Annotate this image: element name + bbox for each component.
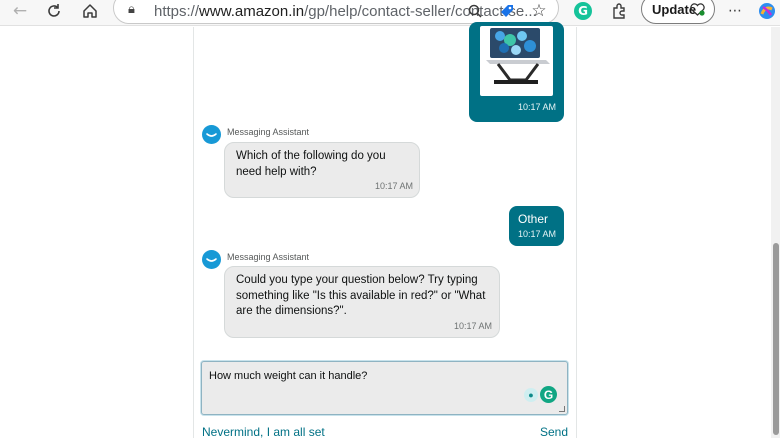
refresh-icon[interactable] <box>42 0 66 22</box>
message-time: 10:17 AM <box>454 321 493 331</box>
send-button[interactable]: Send <box>540 425 568 438</box>
bulb-icon[interactable]: ● <box>524 388 538 402</box>
browser-toolbar: ← 🔒︎ https://www.amazon.in/gp/help/conta… <box>0 0 780 26</box>
favorite-star-icon[interactable]: ☆ <box>527 0 551 22</box>
message-time: 10:17 AM <box>518 229 557 239</box>
home-icon[interactable] <box>78 0 102 22</box>
message-input[interactable]: How much weight can it handle? ● G <box>201 361 568 415</box>
scrollbar-thumb[interactable] <box>773 243 779 435</box>
assistant-avatar-icon <box>202 125 221 144</box>
message-text: Which of the following do you need help … <box>236 150 386 178</box>
update-button[interactable]: Update <box>641 0 715 24</box>
message-text: Other <box>518 212 549 226</box>
assistant-message-bubble: Could you type your question below? Try … <box>224 266 500 338</box>
update-heart-icon <box>690 3 705 16</box>
message-input-value: How much weight can it handle? <box>209 370 368 382</box>
resize-handle[interactable] <box>559 406 565 412</box>
grammarly-icon[interactable]: G <box>571 0 595 22</box>
nevermind-link[interactable]: Nevermind, I am all set <box>202 425 325 438</box>
product-image[interactable] <box>480 26 553 96</box>
assistant-avatar-icon <box>202 250 221 269</box>
back-icon[interactable]: ← <box>8 0 32 22</box>
message-time: 10:17 AM <box>375 181 414 191</box>
lock-icon[interactable]: 🔒︎ <box>128 2 135 17</box>
sender-name: Messaging Assistant <box>227 127 310 137</box>
message-time: 10:17 AM <box>518 102 557 112</box>
copilot-icon[interactable] <box>755 0 779 22</box>
zoom-icon[interactable] <box>463 0 487 22</box>
image-message-bubble: 10:17 AM <box>469 22 564 122</box>
assistant-message-bubble: Which of the following do you need help … <box>224 142 420 198</box>
user-message-bubble: Other 10:17 AM <box>509 206 564 246</box>
extensions-icon[interactable] <box>607 0 631 22</box>
grammarly-icon[interactable]: G <box>540 386 557 403</box>
address-bar[interactable]: 🔒︎ https://www.amazon.in/gp/help/contact… <box>113 0 559 24</box>
more-icon[interactable]: ⋯ <box>723 0 747 22</box>
sender-name: Messaging Assistant <box>227 252 310 262</box>
message-text: Could you type your question below? Try … <box>236 274 486 317</box>
page-margin <box>0 27 193 438</box>
price-tag-icon[interactable] <box>495 0 519 22</box>
